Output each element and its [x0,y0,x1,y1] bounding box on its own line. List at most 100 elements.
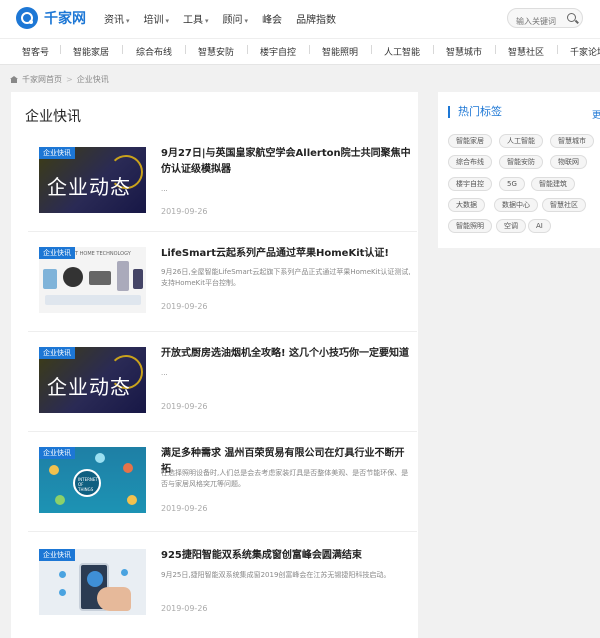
article-thumbnail[interactable]: 企业快讯 企业动态 [39,147,146,213]
thumb-decoration [45,295,141,305]
tag-item[interactable]: 智能安防 [499,155,543,169]
tag-item[interactable]: 5G [499,177,525,191]
article-item: 企业快讯 SMART HOME TECHNOLOGY LifeSmart云起系列… [28,234,417,332]
article-desc: ... [161,369,168,377]
article-date: 2019-09-26 [161,604,208,613]
sidebar-title: 热门标签 [448,106,502,118]
thumb-decoration [89,271,111,285]
search-input[interactable] [508,12,564,31]
tag-item[interactable]: 智慧社区 [542,198,586,212]
thumb-decoration [55,495,65,505]
thumb-caption: INTERNET OF THINGS [78,477,98,492]
tag-item[interactable]: 智慧城市 [550,134,594,148]
tag-item[interactable]: 智能照明 [448,219,492,233]
article-thumbnail[interactable]: 企业快讯 SMART HOME TECHNOLOGY [39,247,146,313]
category-separator: | [59,45,63,55]
category-item[interactable]: 智慧城市 [446,45,482,58]
category-separator: | [246,45,250,55]
category-separator: | [556,45,560,55]
breadcrumb: 千家网首页 > 企业快讯 [10,74,109,85]
article-tag: 企业快讯 [39,447,75,459]
hot-tags-panel: 热门标签 更 智能家居 人工智能 智慧城市 综合布线 智能安防 物联网 楼宇自控… [438,92,600,248]
tag-item[interactable]: 大数据 [448,198,485,212]
thumb-decoration [123,463,133,473]
article-desc: 9月26日,全屋智能LifeSmart云起旗下系列产品正式通过苹果HomeKit… [161,268,411,287]
category-item[interactable]: 千家论坛 [570,45,600,58]
thumb-decoration [121,569,128,576]
thumb-decoration [95,453,105,463]
breadcrumb-separator: > [66,75,73,84]
tag-item[interactable]: 智能建筑 [531,177,575,191]
article-list-panel: 企业快讯 企业快讯 企业动态 9月27日|与英国皇家航空学会Allerton院士… [11,92,418,638]
home-icon [10,76,18,83]
category-item[interactable]: 楼宇自控 [260,45,296,58]
thumb-decoration [97,587,131,611]
thumb-decoration [127,495,137,505]
tag-item[interactable]: 人工智能 [499,134,543,148]
nav-item-news[interactable]: 资讯 ▾ [104,11,130,26]
category-item[interactable]: 人工智能 [384,45,420,58]
category-item[interactable]: 智慧安防 [198,45,234,58]
article-title[interactable]: LifeSmart云起系列产品通过苹果HomeKit认证! [161,246,413,262]
article-date: 2019-09-26 [161,402,208,411]
thumb-decoration [133,269,143,289]
category-item[interactable]: 智客号 [22,45,49,58]
tag-item[interactable]: 智能家居 [448,134,492,148]
thumb-decoration: INTERNET OF THINGS [73,469,101,497]
thumb-decoration [117,261,129,291]
category-separator: | [308,45,312,55]
site-logo[interactable]: 千家网 [16,7,86,29]
chevron-down-icon: ▾ [165,17,170,25]
article-tag: 企业快讯 [39,347,75,359]
article-item: 企业快讯 925捷阳智能双系统集成窗创富峰会圆满结束 9月25日,捷阳智能双系统… [28,536,417,634]
tag-item[interactable]: 物联网 [550,155,587,169]
search-box [507,8,583,31]
article-desc: 在选择照明设备时,人们总是会去考虑家装灯具是否整体美观、是否节能环保、是否与家居… [161,469,409,488]
nav-item-training[interactable]: 培训 ▾ [144,11,170,26]
breadcrumb-home[interactable]: 千家网首页 [22,74,62,85]
tag-item[interactable]: 楼宇自控 [448,177,492,191]
category-separator: | [121,45,125,55]
nav-item-tools[interactable]: 工具 ▾ [183,11,209,26]
thumb-caption: 企业动态 [47,375,131,399]
category-separator: | [370,45,374,55]
article-desc: 9月25日,捷阳智能双系统集成窗2019创富峰会在江苏无锡捷阳科技启动。 [161,571,391,579]
site-header: 千家网 资讯 ▾ 培训 ▾ 工具 ▾ 顾问 ▾ 峰会 品牌指数 [0,0,600,38]
category-bar: 智客号 | 智能家居 | 综合布线 | 智慧安防 | 楼宇自控 | 智能照明 |… [0,38,600,65]
category-item[interactable]: 综合布线 [136,45,172,58]
nav-item-consultant[interactable]: 顾问 ▾ [223,11,249,26]
category-item[interactable]: 智能照明 [322,45,358,58]
article-item: 企业快讯 INTERNET OF THINGS 满足多种需求 温州百荣贸易有限公… [28,434,417,532]
thumb-decoration [49,465,59,475]
chevron-down-icon: ▾ [244,17,249,25]
tag-item[interactable]: 空调 [496,219,526,233]
article-desc: ... [161,185,168,193]
article-tag: 企业快讯 [39,147,75,159]
category-separator: | [494,45,498,55]
nav-item-brand-index[interactable]: 品牌指数 [296,11,336,26]
article-date: 2019-09-26 [161,207,208,216]
page-title: 企业快讯 [25,109,81,125]
article-tag: 企业快讯 [39,549,75,561]
nav-item-summit[interactable]: 峰会 [262,11,282,26]
article-title[interactable]: 925捷阳智能双系统集成窗创富峰会圆满结束 [161,548,413,564]
chevron-down-icon: ▾ [126,17,130,25]
thumb-caption: 企业动态 [47,175,131,199]
article-tag: 企业快讯 [39,247,75,259]
article-thumbnail[interactable]: 企业快讯 [39,549,146,615]
article-date: 2019-09-26 [161,302,208,311]
article-title[interactable]: 开放式厨房选油烟机全攻略! 这几个小技巧你一定要知道 [161,346,413,362]
category-item[interactable]: 智慧社区 [508,45,544,58]
tag-item[interactable]: 综合布线 [448,155,492,169]
category-item[interactable]: 智能家居 [73,45,109,58]
tag-item[interactable]: 数据中心 [494,198,538,212]
article-thumbnail[interactable]: 企业快讯 INTERNET OF THINGS [39,447,146,513]
breadcrumb-current: 企业快讯 [76,75,109,84]
thumb-decoration [59,571,66,578]
article-title[interactable]: 9月27日|与英国皇家航空学会Allerton院士共同聚焦中仿认证级模拟器 [161,146,413,178]
category-separator: | [184,45,188,55]
tag-item[interactable]: AI [528,219,551,233]
search-icon[interactable] [567,13,576,22]
article-thumbnail[interactable]: 企业快讯 企业动态 [39,347,146,413]
more-link[interactable]: 更 [592,108,600,121]
